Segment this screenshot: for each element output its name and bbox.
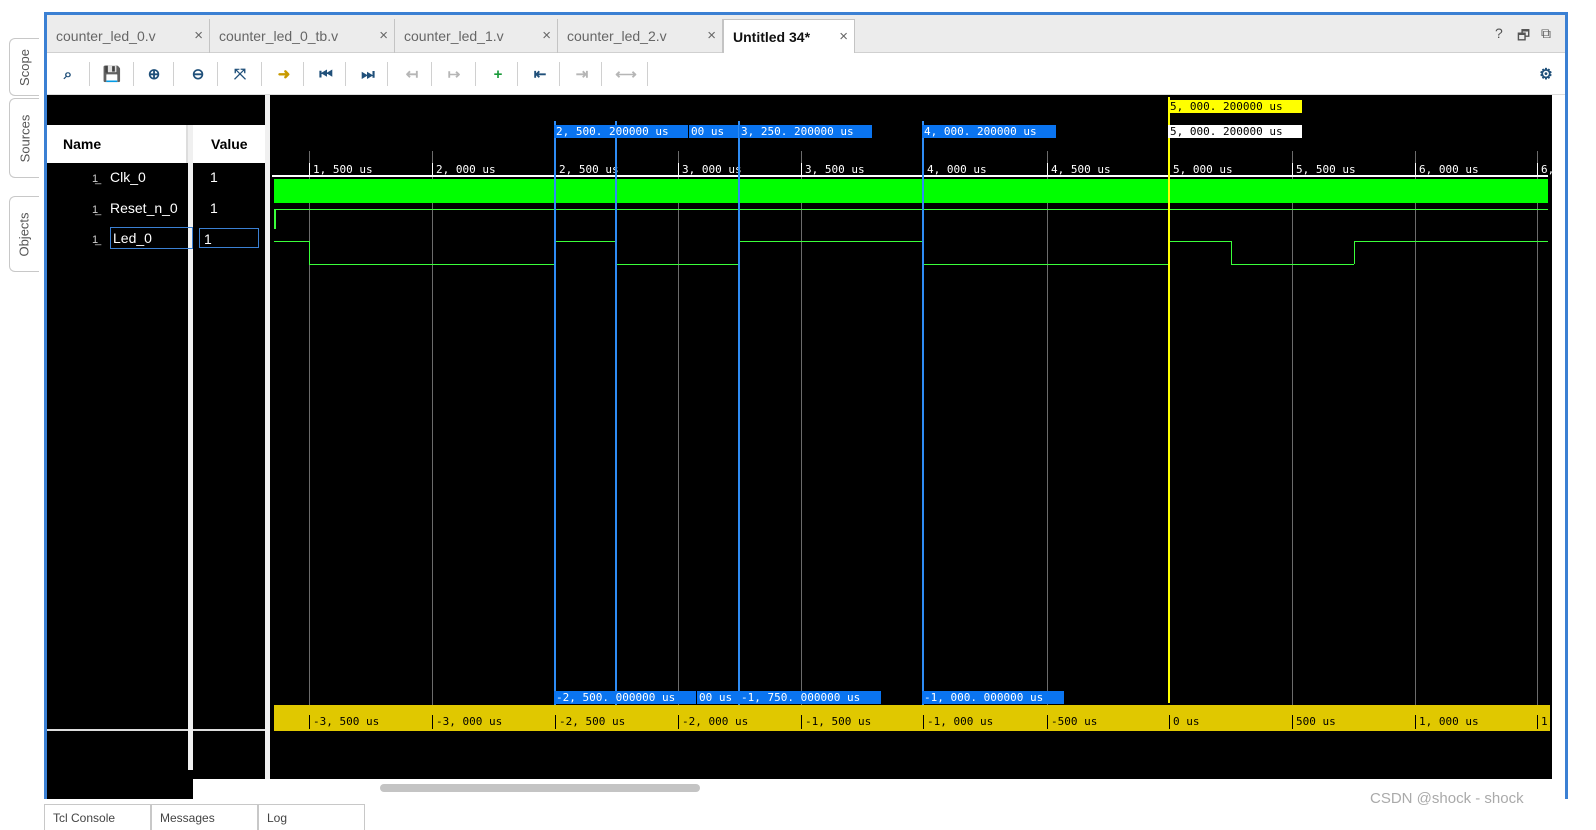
add-marker-icon[interactable]: + <box>487 63 509 85</box>
sources-tab-label: Sources <box>17 114 33 162</box>
vertical-scrollbar[interactable] <box>1552 95 1565 785</box>
tab-counter-led-1[interactable]: counter_led_1.v × <box>395 19 558 53</box>
marker-delta-label: -1, 750. 000000 us <box>739 691 881 704</box>
signal-row-led[interactable]: 1̲ Led_0 <box>92 227 193 249</box>
marker-label[interactable]: 4, 000. 200000 us <box>922 125 1056 138</box>
tab-counter-led-0[interactable]: counter_led_0.v × <box>47 19 210 53</box>
go-to-time-zero-icon[interactable]: ⏮ <box>315 63 337 85</box>
scope-tab[interactable]: Scope <box>9 38 39 96</box>
relative-tick: -3, 000 us <box>432 715 502 729</box>
save-icon[interactable]: 💾 <box>101 63 123 85</box>
cursor-time-label-secondary: 5, 000. 200000 us <box>1168 125 1302 138</box>
waveform-toolbar: ⌕ 💾 ⊕ ⊖ ⤧ ➜ ⏮ ⏭ ↤ ↦ + ⇤ ⇥ ⟷ ⚙ <box>47 53 1565 95</box>
close-icon[interactable]: × <box>542 27 551 44</box>
value-header-label: Value <box>211 136 248 152</box>
main-cursor-line[interactable] <box>1168 97 1170 703</box>
relative-tick: -3, 500 us <box>309 715 379 729</box>
objects-tab[interactable]: Objects <box>9 196 39 272</box>
go-to-last-time-icon[interactable]: ⏭ <box>357 63 379 85</box>
swap-cursors-icon[interactable]: ⟷ <box>615 63 637 85</box>
marker-line[interactable] <box>738 121 740 727</box>
zoom-out-icon[interactable]: ⊖ <box>187 63 209 85</box>
tab-label: Tcl Console <box>53 811 116 825</box>
marker-line[interactable] <box>615 121 617 727</box>
tab-label: counter_led_0.v <box>56 28 156 44</box>
marker-delta-label: -1, 000. 000000 us <box>922 691 1064 704</box>
tab-label: counter_led_0_tb.v <box>219 28 339 44</box>
tab-counter-led-0-tb[interactable]: counter_led_0_tb.v × <box>210 19 395 53</box>
name-column-header[interactable]: Name <box>47 125 188 163</box>
relative-tick: -500 us <box>1047 715 1097 729</box>
marker-line[interactable] <box>554 121 556 727</box>
waveform-window: counter_led_0.v × counter_led_0_tb.v × cou… <box>44 12 1568 799</box>
previous-marker-icon[interactable]: ⇤ <box>529 63 551 85</box>
float-icon[interactable]: ⧉ <box>1541 25 1551 42</box>
cursor-time-label[interactable]: 5, 000. 200000 us <box>1168 100 1302 113</box>
clk-waveform <box>274 179 1548 203</box>
marker-label[interactable]: 3, 250. 200000 us <box>739 125 872 138</box>
tab-counter-led-2[interactable]: counter_led_2.v × <box>558 19 723 53</box>
relative-tick: -2, 500 us <box>555 715 625 729</box>
marker-delta-label: -2, 500. 000000 us <box>554 691 696 704</box>
name-header-label: Name <box>63 136 102 152</box>
wave-area[interactable]: 1, 500 us 2, 000 us 2, 500 us 3, 000 us … <box>272 95 1554 735</box>
relative-tick: -2, 000 us <box>678 715 748 729</box>
close-icon[interactable]: × <box>194 27 203 44</box>
relative-tick: 0 us <box>1169 715 1200 729</box>
tab-label: Messages <box>160 811 215 825</box>
relative-tick: -1, 500 us <box>801 715 871 729</box>
watermark: CSDN @shock - shock <box>1370 790 1524 807</box>
scope-tab-label: Scope <box>17 48 32 86</box>
close-icon[interactable]: × <box>839 28 848 45</box>
value-column-header[interactable]: Value <box>193 125 265 163</box>
next-marker-icon[interactable]: ⇥ <box>571 63 593 85</box>
zoom-in-icon[interactable]: ⊕ <box>143 63 165 85</box>
relative-tick: 1, 000 us <box>1415 715 1479 729</box>
help-icon[interactable]: ? <box>1495 25 1503 41</box>
signal-icon: 1̲ <box>92 173 99 185</box>
relative-time-ruler: -3, 500 us -3, 000 us -2, 500 us -2, 000… <box>274 705 1554 731</box>
side-panel: Scope Sources Objects <box>0 0 44 830</box>
close-icon[interactable]: × <box>379 27 388 44</box>
sources-tab[interactable]: Sources <box>9 98 39 178</box>
signal-icon: 1̲ <box>92 204 99 216</box>
marker-label[interactable]: 00 us <box>689 125 738 138</box>
signal-name: Reset_n_0 <box>110 200 178 216</box>
marker-line[interactable] <box>922 121 924 727</box>
search-icon[interactable]: ⌕ <box>57 63 79 85</box>
go-to-cursor-icon[interactable]: ➜ <box>273 63 295 85</box>
settings-gear-icon[interactable]: ⚙ <box>1535 63 1557 85</box>
messages-tab[interactable]: Messages <box>151 804 258 830</box>
tcl-console-tab[interactable]: Tcl Console <box>44 804 151 830</box>
signal-name: Clk_0 <box>110 169 146 185</box>
previous-transition-icon[interactable]: ↤ <box>401 63 423 85</box>
tab-label: Untitled 34* <box>733 28 811 45</box>
signal-value: 1 <box>199 228 259 248</box>
marker-label[interactable]: 2, 500. 200000 us <box>554 125 688 138</box>
tab-label: counter_led_2.v <box>567 28 667 44</box>
log-tab[interactable]: Log <box>258 804 365 830</box>
objects-tab-label: Objects <box>17 211 33 257</box>
restore-icon[interactable]: 🗗 <box>1517 25 1530 49</box>
horizontal-scrollbar[interactable] <box>193 779 1565 799</box>
next-transition-icon[interactable]: ↦ <box>443 63 465 85</box>
scrollbar-thumb[interactable] <box>380 784 700 792</box>
waveform-panel: Name Value 1̲ Clk_0 1 1̲ Reset_n_0 1 1̲ Led… <box>47 95 1565 799</box>
editor-tab-bar: counter_led_0.v × counter_led_0_tb.v × cou… <box>47 15 1565 53</box>
signal-icon: 1̲ <box>92 234 99 246</box>
signal-value: 1 <box>210 169 218 185</box>
signal-name: Led_0 <box>110 227 193 249</box>
tab-untitled-34[interactable]: Untitled 34* × <box>723 19 855 53</box>
relative-tick: 500 us <box>1292 715 1336 729</box>
tab-label: Log <box>267 811 288 825</box>
signal-value: 1 <box>210 200 218 216</box>
zoom-fit-icon[interactable]: ⤧ <box>229 63 251 85</box>
relative-tick: -1, 000 us <box>923 715 993 729</box>
marker-delta-label: 00 us <box>697 691 739 704</box>
signal-row-clk[interactable]: 1̲ Clk_0 <box>92 167 146 187</box>
close-icon[interactable]: × <box>707 27 716 44</box>
signal-row-reset[interactable]: 1̲ Reset_n_0 <box>92 198 178 218</box>
tab-label: counter_led_1.v <box>404 28 504 44</box>
